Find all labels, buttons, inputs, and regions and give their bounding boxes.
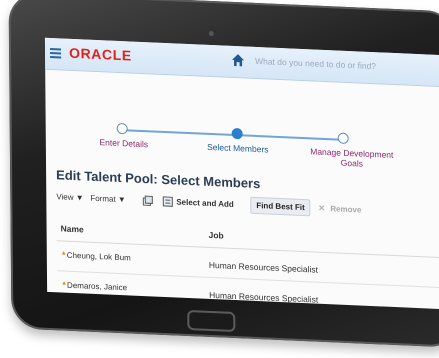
oracle-logo: ORACLE	[68, 44, 132, 64]
row-name: ▲Cheung, Lok Bum	[61, 250, 131, 262]
select-and-add-button[interactable]: Select and Add	[176, 197, 234, 209]
format-menu[interactable]: Format ▼	[90, 194, 126, 205]
members-table: Name Job ▲Cheung, Lok Bum Human Resource…	[56, 214, 439, 310]
train-stop-select-members[interactable]	[231, 127, 243, 140]
tablet-home-button[interactable]	[187, 309, 236, 333]
select-add-icon	[162, 196, 173, 207]
screenshot-stage: ORACLE What do you need to do or find? E…	[0, 0, 439, 358]
train-label-select-members[interactable]: Select Members	[198, 141, 278, 155]
column-header-name[interactable]: Name	[61, 223, 84, 234]
tablet-camera	[208, 30, 214, 37]
global-search-input[interactable]: What do you need to do or find?	[255, 56, 376, 71]
detach-icon[interactable]	[142, 195, 153, 206]
tablet-screen: ORACLE What do you need to do or find? E…	[44, 37, 439, 310]
tablet-device: ORACLE What do you need to do or find? E…	[8, 0, 439, 348]
global-header: ORACLE What do you need to do or find?	[44, 37, 439, 88]
column-header-job[interactable]: Job	[209, 230, 224, 241]
row-job: Human Resources Specialist	[208, 259, 319, 275]
train-label-enter-details[interactable]: Enter Details	[94, 137, 154, 150]
home-icon[interactable]	[231, 53, 245, 68]
train-stop-manage-goals[interactable]	[337, 132, 349, 145]
row-name: ▲Demaros, Janice	[61, 280, 127, 292]
view-menu[interactable]: View ▼	[56, 192, 83, 202]
hamburger-menu-icon[interactable]	[50, 47, 62, 59]
remove-x-icon: ✕	[318, 203, 326, 213]
row-name-text: Demaros, Janice	[66, 280, 128, 293]
remove-button[interactable]: Remove	[330, 204, 361, 214]
row-job: Human Resources Specialist	[209, 289, 319, 305]
train-stop-enter-details[interactable]	[116, 122, 128, 135]
find-best-fit-button[interactable]: Find Best Fit	[250, 196, 311, 217]
row-name-text: Cheung, Lok Bum	[66, 250, 131, 263]
train-label-manage-goals[interactable]: Manage Development Goals	[302, 146, 402, 170]
